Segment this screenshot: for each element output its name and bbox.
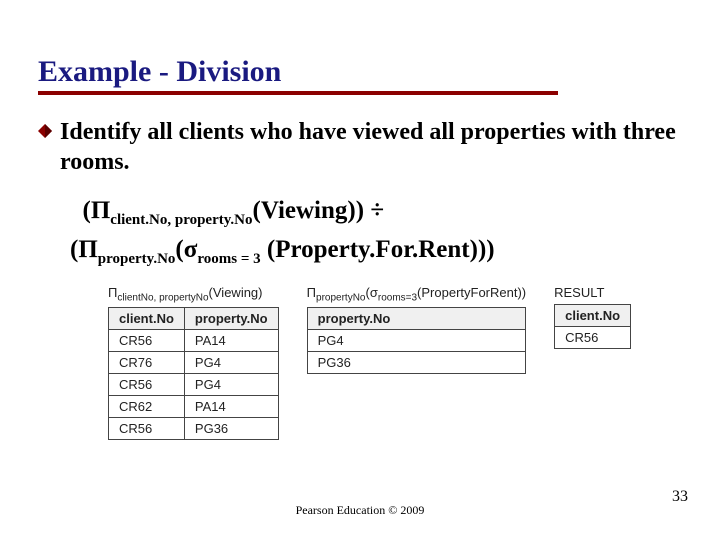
col-header: property.No xyxy=(307,308,526,330)
expr-arg-2: (Property.For.Rent))) xyxy=(261,236,495,263)
cell: PG4 xyxy=(184,374,278,396)
cell: PG36 xyxy=(184,418,278,440)
property-caption: ΠpropertyNo(σrooms=3(PropertyForRent)) xyxy=(307,285,527,304)
projection-sub-2: property.No xyxy=(98,251,176,267)
bullet-item: Identify all clients who have viewed all… xyxy=(38,117,682,177)
col-header: property.No xyxy=(184,308,278,330)
cell: PA14 xyxy=(184,330,278,352)
caption-sigma: σ xyxy=(370,285,378,300)
cell: CR56 xyxy=(109,374,185,396)
caption-arg-1: (Viewing) xyxy=(209,285,263,300)
caption-pi-1: Π xyxy=(108,285,117,300)
cell: CR56 xyxy=(109,330,185,352)
diamond-bullet-icon xyxy=(38,124,52,138)
expr-arg-1: (Viewing)) xyxy=(253,197,371,224)
result-caption: RESULT xyxy=(554,285,631,300)
viewing-table: client.No property.No CR56PA14 CR76PG4 C… xyxy=(108,307,279,440)
footer-copyright: Pearson Education © 2009 xyxy=(0,503,720,518)
table-row: CR56 xyxy=(555,326,631,348)
division-symbol: ÷ xyxy=(370,197,384,224)
caption-sub-2a: propertyNo xyxy=(316,292,365,303)
table-row: CR76PG4 xyxy=(109,352,279,374)
table-row: CR62PA14 xyxy=(109,396,279,418)
caption-sub-2b: rooms=3 xyxy=(378,292,417,303)
cell: PG4 xyxy=(307,330,526,352)
table-row: CR56PG36 xyxy=(109,418,279,440)
table-row: PG4 xyxy=(307,330,526,352)
cell: CR62 xyxy=(109,396,185,418)
pi-symbol-2: Π xyxy=(78,236,97,263)
bullet-text: Identify all clients who have viewed all… xyxy=(60,117,682,177)
caption-pi-2: Π xyxy=(307,285,316,300)
page-number: 33 xyxy=(672,488,688,506)
cell: PG4 xyxy=(184,352,278,374)
property-table: property.No PG4 PG36 xyxy=(307,307,527,374)
caption-sub-1: clientNo, propertyNo xyxy=(117,292,208,303)
result-table-block: RESULT client.No CR56 xyxy=(554,285,631,349)
pi-symbol: Π xyxy=(91,197,110,224)
viewing-table-block: ΠclientNo, propertyNo(Viewing) client.No… xyxy=(108,285,279,441)
table-row: PG36 xyxy=(307,352,526,374)
cell: CR76 xyxy=(109,352,185,374)
cell: PA14 xyxy=(184,396,278,418)
table-row: CR56PA14 xyxy=(109,330,279,352)
caption-arg-2: (PropertyForRent)) xyxy=(417,285,526,300)
cell: CR56 xyxy=(109,418,185,440)
tables-container: ΠclientNo, propertyNo(Viewing) client.No… xyxy=(108,285,682,441)
col-header: client.No xyxy=(109,308,185,330)
table-row: CR56PG4 xyxy=(109,374,279,396)
viewing-caption: ΠclientNo, propertyNo(Viewing) xyxy=(108,285,279,304)
property-table-block: ΠpropertyNo(σrooms=3(PropertyForRent)) p… xyxy=(307,285,527,375)
projection-sub-1: client.No, property.No xyxy=(110,212,252,228)
sigma-symbol: σ xyxy=(184,236,198,263)
cell: CR56 xyxy=(555,326,631,348)
col-header: client.No xyxy=(555,304,631,326)
slide-title: Example - Division xyxy=(38,55,682,91)
relational-expression: (Πclient.No, property.No(Viewing)) ÷ (Πp… xyxy=(70,193,682,271)
title-rule xyxy=(38,91,558,95)
selection-sub: rooms = 3 xyxy=(197,251,260,267)
result-table: client.No CR56 xyxy=(554,304,631,349)
cell: PG36 xyxy=(307,352,526,374)
